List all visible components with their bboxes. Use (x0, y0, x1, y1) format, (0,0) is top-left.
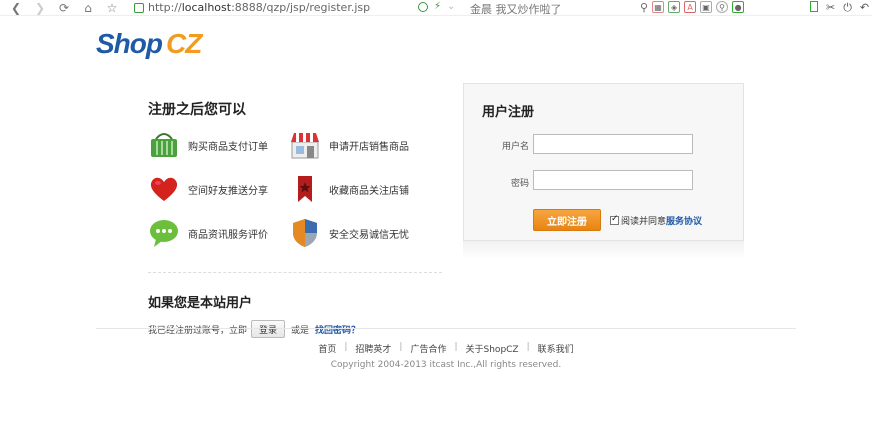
home-icon[interactable]: ⌂ (80, 1, 96, 15)
logo-cz-text: CZ (166, 28, 202, 59)
basket-icon (148, 129, 180, 161)
register-button[interactable]: 立即注册 (533, 209, 601, 231)
password-input[interactable] (533, 170, 693, 190)
dropdown-icon[interactable]: ⌄ (447, 1, 455, 12)
register-title: 用户注册 (482, 105, 535, 120)
agreement: 阅读并同意服务协议 (610, 214, 702, 227)
bookmark-icon (289, 173, 321, 205)
footer-link-contact[interactable]: 联系我们 (538, 342, 574, 355)
feature-item: 安全交易诚信无忧 (289, 217, 409, 249)
shopcz-logo[interactable]: Shop CZ (96, 28, 202, 60)
secure-icon (134, 2, 144, 13)
lightning-icon[interactable]: ⚡ (434, 1, 441, 12)
address-bar-actions: ⚡ ⌄ (418, 1, 455, 12)
feature-item: 空间好友推送分享 (148, 173, 268, 205)
member-login-line: 我已经注册过账号，立即 登录 或是 找回密码？ (148, 320, 360, 338)
power-icon[interactable]: ⏻ (843, 1, 852, 15)
star-icon[interactable]: ☆ (104, 1, 120, 15)
toolbar-right: ✂ ⏻ ↶ (810, 1, 869, 15)
copyright: Copyright 2004-2013 itcast Inc.,All righ… (330, 360, 562, 370)
divider (148, 272, 442, 273)
register-shadow (463, 241, 744, 259)
shield-icon (289, 217, 321, 249)
shield-ext-icon[interactable]: ◈ (668, 1, 681, 13)
heart-icon (148, 173, 180, 205)
browser-toolbar: ❮ ❯ ⟳ ⌂ ☆ http://localhost:8888/qzp/jsp/… (0, 0, 872, 16)
feature-item: 商品资讯服务评价 (148, 217, 268, 249)
feature-item: 购买商品支付订单 (148, 129, 268, 161)
feature-item: 收藏商品关注店铺 (289, 173, 409, 205)
zoom-icon[interactable]: ⚲ (716, 1, 729, 13)
store-icon (289, 129, 321, 161)
search-icon[interactable]: ⚲ (640, 1, 648, 14)
footer-link-jobs[interactable]: 招聘英才 (355, 342, 391, 355)
footer-link-about[interactable]: 关于ShopCZ (466, 342, 519, 355)
benefits-title: 注册之后您可以 (148, 102, 246, 118)
register-form: 用户注册 用户名 密码 立即注册 阅读并同意服务协议 (463, 83, 744, 241)
news-ticker[interactable]: 金晨 我又炒作啦了 (470, 1, 562, 17)
url-text: http://localhost:8888/qzp/jsp/register.j… (148, 1, 371, 14)
green-ext-icon[interactable]: ● (732, 1, 745, 13)
feature-label: 安全交易诚信无忧 (329, 229, 409, 241)
forgot-password-link[interactable]: 找回密码？ (315, 323, 360, 336)
feature-item: 申请开店销售商品 (289, 129, 409, 161)
scissors-icon[interactable]: ✂ (826, 1, 835, 15)
feature-label: 空间好友推送分享 (188, 185, 268, 197)
username-input[interactable] (533, 134, 693, 154)
chat-icon (148, 217, 180, 249)
image-icon[interactable]: ▣ (700, 1, 713, 13)
footer-divider (96, 328, 796, 329)
password-label: 密码 (510, 179, 529, 189)
member-title: 如果您是本站用户 (148, 296, 253, 311)
agree-checkbox[interactable] (610, 214, 619, 225)
login-button[interactable]: 登录 (251, 320, 286, 338)
undo-icon[interactable]: ↶ (860, 1, 869, 15)
forward-icon[interactable]: ❯ (32, 1, 48, 15)
battery-icon[interactable] (810, 1, 818, 12)
agree-text: 阅读并同意 (621, 217, 667, 227)
footer-links: 首页 | 招聘英才 | 广告合作 | 关于ShopCZ | 联系我们 (318, 342, 574, 355)
username-label: 用户名 (501, 142, 529, 152)
refresh-icon[interactable]: ⟳ (56, 1, 72, 15)
feature-label: 商品资讯服务评价 (188, 229, 268, 241)
service-agreement-link[interactable]: 服务协议 (666, 214, 702, 227)
pdf-icon[interactable]: A (684, 1, 697, 13)
member-text: 我已经注册过账号，立即 (148, 325, 248, 336)
logo-shop-text: Shop (96, 28, 163, 59)
or-text: 或是 (291, 325, 310, 336)
footer-link-home[interactable]: 首页 (318, 342, 336, 355)
extension-icons: ⚲ ▦ ◈ A ▣ ⚲ ● (640, 1, 745, 14)
sync-icon[interactable] (418, 1, 428, 12)
feature-label: 收藏商品关注店铺 (329, 185, 409, 197)
feature-label: 购买商品支付订单 (188, 141, 268, 153)
footer-link-ads[interactable]: 广告合作 (410, 342, 446, 355)
grid-icon[interactable]: ▦ (652, 1, 665, 13)
back-icon[interactable]: ❮ (8, 1, 24, 15)
address-bar[interactable]: http://localhost:8888/qzp/jsp/register.j… (134, 1, 370, 15)
feature-label: 申请开店销售商品 (329, 141, 409, 153)
